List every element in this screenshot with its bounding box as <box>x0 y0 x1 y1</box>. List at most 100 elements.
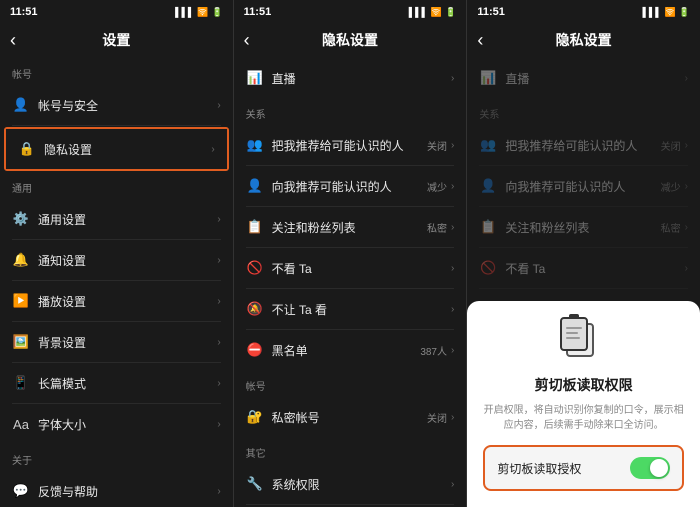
chevron-right-icon: › <box>451 479 454 490</box>
menu-item[interactable]: 👤向我推荐可能认识的人减少› <box>234 166 467 206</box>
menu-item[interactable]: 📱长篇模式› <box>0 363 233 403</box>
menu-item[interactable]: ⛔黑名单387人› <box>234 330 467 370</box>
chevron-right-icon: › <box>451 140 454 151</box>
menu-item-icon: ⛔ <box>246 341 264 359</box>
clipboard-toggle-row[interactable]: 剪切板读取授权 <box>483 445 684 491</box>
menu-item-text: 隐私设置 <box>44 141 211 158</box>
menu-item-text: 私密帐号 <box>272 409 427 426</box>
menu-item-icon: 👤 <box>12 96 30 114</box>
menu-item-text: 反馈与帮助 <box>38 483 217 500</box>
menu-item-value: 减少 <box>427 179 447 194</box>
menu-item-icon: 👥 <box>246 136 264 154</box>
wifi-icon: 🛜 <box>665 7 676 18</box>
menu-item-icon: 📊 <box>479 69 497 87</box>
clipboard-line3 <box>566 337 580 339</box>
signal-icon: ▌▌▌ <box>175 7 194 17</box>
menu-item-value: 私密 <box>427 220 447 235</box>
back-button[interactable]: ‹ <box>477 30 483 51</box>
menu-item[interactable]: 💬 反馈与帮助› <box>0 471 233 507</box>
status-icons: ▌▌▌ 🛜 🔋 <box>175 7 223 18</box>
menu-item-text: 向我推荐可能认识的人 <box>272 178 427 195</box>
section-label: 关系 <box>234 98 467 125</box>
status-bar: 11:51 ▌▌▌ 🛜 🔋 <box>0 0 233 22</box>
section-label: 其它 <box>234 437 467 464</box>
menu-item-value: 关闭 <box>661 138 681 153</box>
section-label: 关系 <box>467 98 700 125</box>
chevron-right-icon: › <box>685 73 688 84</box>
status-time: 11:51 <box>10 6 38 18</box>
menu-item-icon: ▶️ <box>12 292 30 310</box>
menu-item-text: 把我推荐给可能认识的人 <box>505 137 660 154</box>
clipboard-front-icon <box>560 317 588 351</box>
menu-item-icon: Aa <box>12 415 30 433</box>
menu-item-value: 关闭 <box>427 138 447 153</box>
clipboard-toggle-label: 剪切板读取授权 <box>497 460 630 477</box>
menu-item[interactable]: 🔕不让 Ta 看› <box>234 289 467 329</box>
menu-item[interactable]: 🔒隐私设置› <box>6 129 227 169</box>
menu-item-text: 直播 <box>272 70 451 87</box>
menu-item-text: 帐号与安全 <box>38 97 217 114</box>
nav-title: 设置 <box>102 30 130 50</box>
battery-icon: 🔋 <box>679 7 690 18</box>
nav-title: 隐私设置 <box>322 30 378 50</box>
menu-item[interactable]: 🔧系统权限› <box>234 464 467 504</box>
section-label: 帐号 <box>0 58 233 85</box>
menu-item[interactable]: ⚙️通用设置› <box>0 199 233 239</box>
chevron-right-icon: › <box>217 486 220 497</box>
menu-item[interactable]: 🔐私密帐号关闭› <box>234 397 467 437</box>
menu-item-icon: 📋 <box>479 218 497 236</box>
menu-item-text: 不让 Ta 看 <box>272 301 451 318</box>
back-button[interactable]: ‹ <box>10 30 16 51</box>
menu-item-icon: 📋 <box>246 218 264 236</box>
status-bar: 11:51 ▌▌▌ 🛜 🔋 <box>467 0 700 22</box>
menu-item[interactable]: ▶️播放设置› <box>0 281 233 321</box>
menu-item-icon: 🚫 <box>479 259 497 277</box>
menu-item-icon: 🚫 <box>246 259 264 277</box>
status-time: 11:51 <box>477 6 505 18</box>
chevron-right-icon: › <box>685 222 688 233</box>
menu-item[interactable]: 🖼️背景设置› <box>0 322 233 362</box>
clipboard-line2 <box>566 332 578 334</box>
menu-item[interactable]: 📊直播› <box>234 58 467 98</box>
menu-item-icon: 👥 <box>479 136 497 154</box>
menu-item[interactable]: 🚫不看 Ta› <box>234 248 467 288</box>
menu-item-text: 直播 <box>505 70 684 87</box>
menu-item-text: 通用设置 <box>38 211 217 228</box>
menu-item[interactable]: 🚫不看 Ta› <box>467 248 700 288</box>
menu-item[interactable]: 📋关注和粉丝列表私密› <box>467 207 700 247</box>
chevron-right-icon: › <box>217 214 220 225</box>
nav-bar: ‹ 隐私设置 <box>234 22 467 58</box>
clipboard-front-clip-icon <box>569 314 579 319</box>
menu-item-text: 不看 Ta <box>272 260 451 277</box>
menu-item[interactable]: 👥把我推荐给可能认识的人关闭› <box>234 125 467 165</box>
menu-item-text: 关注和粉丝列表 <box>505 219 660 236</box>
nav-bar: ‹ 隐私设置 <box>467 22 700 58</box>
popup-title: 剪切板读取权限 <box>483 375 684 395</box>
status-bar: 11:51 ▌▌▌ 🛜 🔋 <box>234 0 467 22</box>
chevron-right-icon: › <box>451 222 454 233</box>
menu-item-text: 播放设置 <box>38 293 217 310</box>
chevron-right-icon: › <box>685 263 688 274</box>
panel-privacy-settings: 11:51 ▌▌▌ 🛜 🔋 ‹隐私设置📊直播›关系👥把我推荐给可能认识的人关闭›… <box>234 0 468 507</box>
chevron-right-icon: › <box>685 140 688 151</box>
menu-item[interactable]: 📋关注和粉丝列表私密› <box>234 207 467 247</box>
menu-item[interactable]: 📊 直播› <box>467 58 700 98</box>
menu-item-text: 黑名单 <box>272 342 421 359</box>
menu-item[interactable]: 👥 把我推荐给可能认识的人关闭 › <box>467 125 700 165</box>
menu-item[interactable]: Aa字体大小› <box>0 404 233 444</box>
nav-title: 隐私设置 <box>556 30 612 50</box>
status-time: 11:51 <box>244 6 272 18</box>
clipboard-permission-popup: 剪切板读取权限开启权限，将自动识别你复制的口令，展示相应内容，后续需手动除来口全… <box>467 301 700 507</box>
chevron-right-icon: › <box>217 337 220 348</box>
signal-icon: ▌▌▌ <box>409 7 428 17</box>
menu-item[interactable]: 👤向我推荐可能认识的人减少› <box>467 166 700 206</box>
menu-item-icon: 💬 <box>12 482 30 500</box>
signal-icon: ▌▌▌ <box>642 7 661 17</box>
menu-item[interactable]: 👤帐号与安全› <box>0 85 233 125</box>
menu-item[interactable]: 🔔通知设置› <box>0 240 233 280</box>
back-button[interactable]: ‹ <box>244 30 250 51</box>
menu-item-icon: 🔕 <box>246 300 264 318</box>
chevron-right-icon: › <box>451 345 454 356</box>
clipboard-toggle-switch[interactable] <box>630 457 670 479</box>
menu-item-text: 系统权限 <box>272 476 451 493</box>
